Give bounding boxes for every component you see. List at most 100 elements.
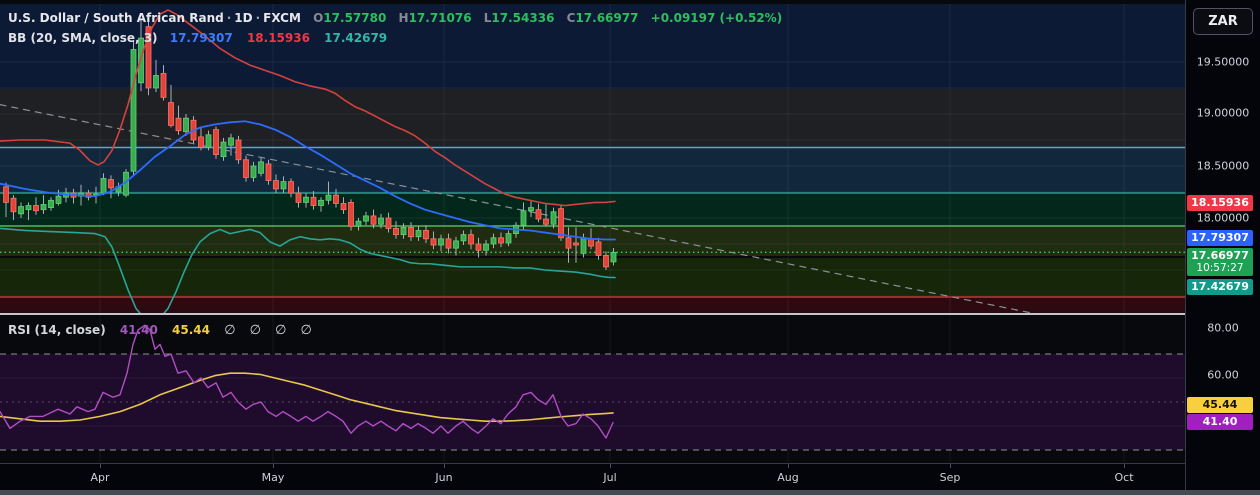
candle-down	[265, 163, 272, 181]
price-badge: 17.66977 10:57:27	[1187, 248, 1253, 276]
candle-down	[108, 179, 114, 189]
separator: ·	[255, 11, 261, 25]
candle-down	[33, 205, 39, 212]
candle-down	[595, 241, 602, 256]
candle-up	[438, 238, 444, 246]
candle-down	[543, 218, 549, 225]
bb-upper-value: 18.15936	[246, 31, 310, 45]
candle-down	[168, 102, 174, 126]
candle-down	[565, 237, 572, 249]
symbol-legend-row[interactable]: U.S. Dollar / South African Rand · 1D · FXCM…	[8, 11, 782, 25]
candle-up	[528, 207, 534, 212]
candle-up	[460, 234, 467, 242]
high-value: 17.71076	[408, 11, 472, 25]
candle-up	[520, 210, 527, 226]
candle-down	[588, 238, 594, 247]
rsi-empty-values: ∅ ∅ ∅ ∅	[224, 323, 314, 338]
candle-up	[153, 75, 159, 89]
candle-down	[160, 73, 167, 98]
time-axis-tick	[273, 464, 274, 468]
candle-up	[318, 199, 324, 206]
candle-up	[280, 181, 287, 190]
price-badge: 17.42679	[1187, 279, 1253, 295]
candle-down	[468, 234, 474, 245]
rsi-ma-value: 45.44	[172, 323, 210, 337]
time-axis-tick	[1124, 464, 1125, 468]
close-value: 17.66977	[575, 11, 639, 25]
candle-up	[130, 49, 137, 172]
price-badge: 45.44	[1187, 397, 1253, 413]
main-pane[interactable]	[0, 4, 1185, 322]
candle-up	[483, 243, 489, 251]
open-label: O	[313, 11, 324, 25]
chart-pane[interactable]	[0, 0, 1185, 463]
candle-up	[220, 141, 227, 158]
candle-up	[325, 194, 332, 201]
price-axis-label: 80.00	[1207, 321, 1239, 335]
candle-down	[243, 159, 249, 178]
candle-down	[235, 139, 242, 161]
timeframe-label: 1D	[234, 11, 253, 25]
candle-up	[400, 226, 407, 236]
candle-up	[250, 165, 257, 178]
candle-down	[310, 196, 317, 206]
price-badge: 17.79307	[1187, 230, 1253, 246]
price-badge: 18.15936	[1187, 195, 1253, 211]
candle-down	[295, 192, 302, 203]
candle-down	[288, 181, 294, 194]
candle-up	[580, 237, 587, 254]
candle-down	[385, 217, 392, 229]
time-axis[interactable]: Apr May Jun Jul Aug Sep Oct	[0, 464, 1185, 490]
candle-down	[175, 117, 182, 132]
candle-up	[550, 211, 557, 225]
price-axis-label: 19.50000	[1196, 55, 1250, 69]
candle-up	[40, 204, 47, 211]
candle-down	[348, 201, 354, 227]
candle-down	[475, 243, 482, 251]
candle-up	[610, 251, 617, 263]
candle-up	[205, 134, 212, 148]
candle-down	[340, 203, 347, 211]
low-value: 17.54336	[491, 11, 555, 25]
price-axis[interactable]: ZAR 19.50000 19.00000 18.50000 18.00000 80.0…	[1186, 0, 1260, 495]
candle-up	[505, 233, 512, 244]
bb-legend-row[interactable]: BB (20, SMA, close, 3) 17.79307 18.15936…	[8, 31, 387, 45]
candle-down	[408, 226, 414, 238]
bb-basis-value: 17.79307	[169, 31, 233, 45]
candle-down	[393, 227, 399, 236]
open-value: 17.57780	[323, 11, 387, 25]
candle-up	[100, 178, 107, 194]
candle-down	[333, 194, 339, 204]
rsi-legend-row[interactable]: RSI (14, close) 41.40 45.44 ∅ ∅ ∅ ∅	[8, 323, 314, 338]
change-value: +0.09197 (+0.52%)	[650, 11, 783, 25]
candle-down	[573, 242, 579, 246]
horizontal-scrollbar[interactable]	[0, 490, 1260, 495]
candle-down	[603, 255, 609, 268]
month-label: Jul	[603, 471, 617, 484]
candle-down	[198, 136, 204, 148]
time-axis-tick	[444, 464, 445, 468]
candle-up	[378, 217, 384, 225]
candle-up	[228, 137, 234, 146]
rsi-indicator-label: RSI (14, close)	[8, 323, 106, 337]
main-chart-canvas[interactable]	[0, 0, 1185, 463]
candle-up	[48, 199, 54, 209]
month-label: Sep	[939, 471, 961, 484]
candle-up	[355, 220, 362, 227]
candle-down	[213, 129, 219, 155]
candle-down	[3, 186, 9, 203]
candle-down	[535, 209, 542, 220]
price-axis-label: 19.00000	[1196, 106, 1250, 120]
separator: ·	[226, 11, 232, 25]
candle-up	[453, 240, 459, 249]
time-axis-tick	[100, 464, 101, 468]
candle-up	[183, 117, 189, 133]
price-badge: 41.40	[1187, 414, 1253, 430]
pane-separator[interactable]	[0, 313, 1260, 315]
low-label: L	[483, 11, 492, 25]
candle-up	[490, 237, 497, 245]
candle-up	[55, 195, 62, 204]
currency-button[interactable]: ZAR	[1193, 8, 1253, 35]
month-label: Apr	[90, 471, 110, 484]
candle-down	[430, 238, 437, 246]
